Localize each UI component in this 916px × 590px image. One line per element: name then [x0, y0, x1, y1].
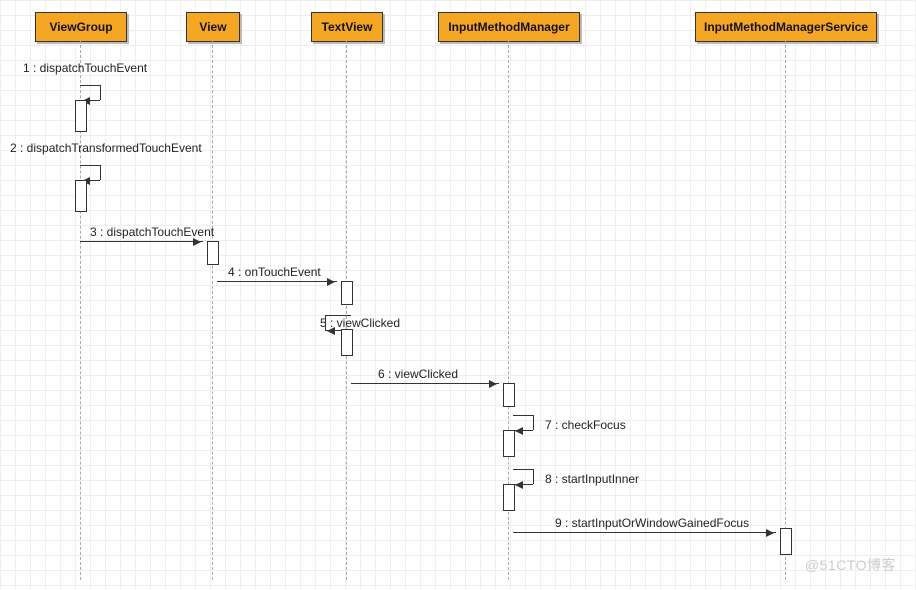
activation-textview-1	[341, 281, 353, 305]
message-9-label: 9 : startInputOrWindowGainedFocus	[555, 516, 749, 530]
lifeline-textview	[346, 40, 347, 580]
message-7-label: 7 : checkFocus	[545, 418, 626, 432]
activation-imm-1	[503, 383, 515, 407]
message-6-label: 6 : viewClicked	[378, 367, 458, 381]
message-1-label: 1 : dispatchTouchEvent	[23, 61, 147, 75]
participant-inputmethodmanager: InputMethodManager	[438, 12, 580, 42]
activation-imm-3	[503, 484, 515, 511]
message-9-arrow	[513, 532, 776, 533]
grid-background	[0, 0, 916, 590]
activation-imms-1	[780, 528, 792, 555]
participant-inputmethodmanagerservice: InputMethodManagerService	[695, 12, 877, 42]
participant-textview: TextView	[311, 12, 383, 42]
participant-viewgroup: ViewGroup	[35, 12, 127, 42]
message-3-label: 3 : dispatchTouchEvent	[90, 225, 214, 239]
activation-viewgroup-1	[75, 100, 87, 132]
lifeline-imms	[785, 40, 786, 580]
activation-view-1	[207, 241, 219, 265]
participant-view: View	[186, 12, 240, 42]
activation-viewgroup-2	[75, 180, 87, 212]
lifeline-view	[212, 40, 213, 580]
message-6-arrow	[351, 383, 499, 384]
message-3-arrow	[80, 241, 203, 242]
message-4-arrow	[217, 281, 337, 282]
message-4-label: 4 : onTouchEvent	[228, 265, 321, 279]
activation-imm-2	[503, 430, 515, 457]
message-2-label: 2 : dispatchTransformedTouchEvent	[10, 141, 202, 155]
activation-textview-2	[341, 329, 353, 356]
message-8-label: 8 : startInputInner	[545, 472, 639, 486]
watermark: @51CTO博客	[805, 555, 896, 575]
